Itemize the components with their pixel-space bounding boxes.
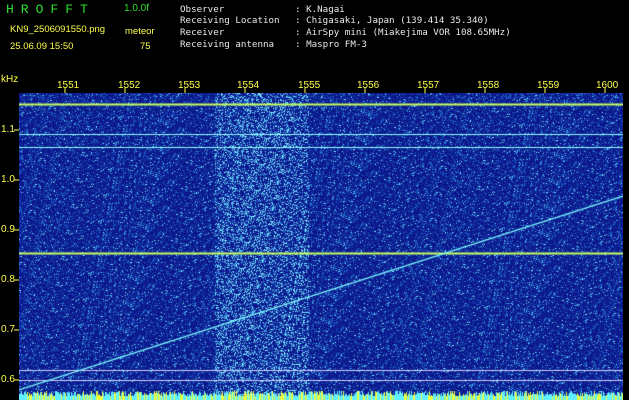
hrofft-window: HROFFT 1.0.0f KN9_2506091550.png meteor … [0, 0, 629, 400]
axis-ticks [14, 88, 606, 381]
